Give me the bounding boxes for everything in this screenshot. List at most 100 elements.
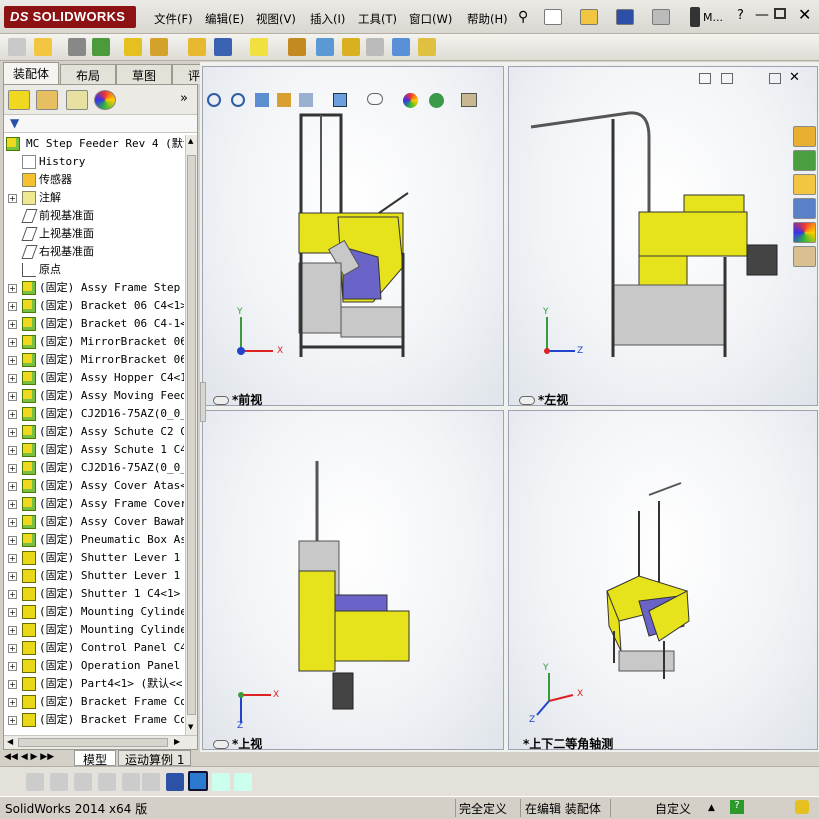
restore-icon[interactable] (774, 8, 786, 19)
tree-root[interactable]: MC Step Feeder Rev 4 (默认 (4, 135, 184, 153)
view-eye-icon[interactable] (213, 396, 229, 405)
expand-panel-icon[interactable]: » (180, 91, 188, 106)
assembly-icon[interactable] (8, 38, 26, 56)
reference-geometry-icon[interactable] (250, 38, 268, 56)
new-document-icon[interactable] (544, 9, 562, 25)
filter-bar[interactable]: ▼ (4, 115, 197, 133)
tree-item[interactable]: + (固定) Assy Moving Feed (4, 387, 184, 405)
tree-item[interactable]: + (固定) Part4<1> (默认<< (4, 675, 184, 693)
two-view-horizontal-icon[interactable] (212, 773, 230, 791)
tab-sketch[interactable]: 草图 (116, 64, 172, 84)
feature-manager-icon[interactable] (8, 90, 30, 110)
expand-toggle-icon[interactable]: + (8, 500, 17, 509)
menu-view[interactable]: 视图(V) (254, 11, 298, 27)
tree-item[interactable]: + (固定) Shutter 1 C4<1> (4, 585, 184, 603)
help-icon[interactable]: ? (737, 8, 744, 23)
minimize-icon[interactable]: — (755, 7, 769, 23)
tree-item[interactable]: + (固定) MirrorBracket 06 (4, 351, 184, 369)
menu-insert[interactable]: 插入(I) (308, 11, 347, 27)
expand-toggle-icon[interactable]: + (8, 374, 17, 383)
new-motion-study-icon[interactable] (288, 38, 306, 56)
pin-icon[interactable]: ⚲ (518, 9, 528, 25)
design-library-icon[interactable] (793, 150, 816, 171)
shaded-icon[interactable] (50, 773, 68, 791)
save-icon[interactable] (616, 9, 634, 25)
top-view-pane[interactable]: Z X *上视 (202, 410, 504, 751)
hscroll-thumb[interactable] (18, 738, 168, 747)
expand-toggle-icon[interactable]: + (8, 338, 17, 347)
tree-item[interactable]: + (固定) Assy Schute C2 C (4, 423, 184, 441)
edit-icon[interactable] (98, 773, 116, 791)
property-manager-icon[interactable] (36, 90, 58, 110)
expand-toggle-icon[interactable]: + (8, 680, 17, 689)
custom-properties-icon[interactable] (793, 246, 816, 267)
tree-item[interactable]: + (固定) Control Panel C4 (4, 639, 184, 657)
expand-toggle-icon[interactable]: + (8, 194, 17, 203)
tree-item[interactable]: + (固定) Bracket 06 C4-1< (4, 315, 184, 333)
smart-fastener-icon[interactable] (124, 38, 142, 56)
appearances-icon[interactable] (793, 222, 816, 243)
assembly-features-icon[interactable] (214, 38, 232, 56)
menu-edit[interactable]: 编辑(E) (203, 11, 246, 27)
interference-detection-icon[interactable] (392, 38, 410, 56)
bill-of-materials-icon[interactable] (316, 38, 334, 56)
tree-item[interactable]: + (固定) Assy Frame Step (4, 279, 184, 297)
expand-toggle-icon[interactable]: + (8, 644, 17, 653)
tree-item[interactable]: + (固定) Mounting Cylinde (4, 603, 184, 621)
expand-toggle-icon[interactable]: + (8, 302, 17, 311)
expand-toggle-icon[interactable]: + (8, 590, 17, 599)
tree-item[interactable]: + (固定) MirrorBracket 06 (4, 333, 184, 351)
solidworks-logo[interactable]: DS SOLIDWORKS (4, 6, 136, 28)
tree-item[interactable]: + (固定) Assy Frame Cover (4, 495, 184, 513)
show-hidden-icon[interactable] (188, 38, 206, 56)
expand-toggle-icon[interactable]: + (8, 698, 17, 707)
menu-help[interactable]: 帮助(H) (465, 11, 510, 27)
open-folder-icon[interactable] (580, 9, 598, 25)
tab-prev-icon[interactable]: ◀◀ ◀ ▶ ▶▶ (4, 752, 54, 762)
four-view-icon[interactable] (234, 773, 252, 791)
expand-toggle-icon[interactable]: + (8, 464, 17, 473)
configuration-manager-icon[interactable] (66, 90, 88, 110)
scroll-right-icon[interactable]: ▶ (174, 737, 180, 746)
menu-file[interactable]: 文件(F) (152, 11, 195, 27)
expand-toggle-icon[interactable]: + (8, 716, 17, 725)
tree-item[interactable]: + (固定) Assy Hopper C4<1 (4, 369, 184, 387)
tree-item[interactable]: + (固定) Shutter Lever 1 (4, 549, 184, 567)
tree-horizontal-scrollbar[interactable]: ◀ ▶ (4, 735, 197, 749)
tree-item[interactable]: + (固定) Operation Panel (4, 657, 184, 675)
front-view-pane[interactable]: Y X *前视 (202, 66, 504, 407)
expand-toggle-icon[interactable]: + (8, 662, 17, 671)
list-icon[interactable] (122, 773, 140, 791)
menu-window[interactable]: 窗口(W) (407, 11, 454, 27)
status-custom[interactable]: 自定义 (655, 800, 691, 817)
exploded-view-icon[interactable] (342, 38, 360, 56)
tree-item[interactable]: 上视基准面 (4, 225, 184, 243)
tree-item[interactable]: + (固定) Assy Schute 1 C4 (4, 441, 184, 459)
units-dropdown-icon[interactable]: ▲ (708, 803, 715, 813)
tree-item[interactable]: 右视基准面 (4, 243, 184, 261)
collapse-panel-handle[interactable] (200, 382, 206, 422)
single-view-icon[interactable] (188, 771, 208, 791)
expand-toggle-icon[interactable]: + (8, 536, 17, 545)
scroll-left-icon[interactable]: ◀ (7, 737, 13, 746)
tab-model[interactable]: 模型 (74, 750, 117, 767)
section-icon[interactable] (74, 773, 92, 791)
tree-item[interactable]: History (4, 153, 184, 171)
print-icon[interactable] (652, 9, 670, 25)
tree-item[interactable]: + (固定) Shutter Lever 1 (4, 567, 184, 585)
view-eye-icon[interactable] (213, 740, 229, 749)
tree-item[interactable]: + (固定) Assy Cover Bawah (4, 513, 184, 531)
view-eye-icon[interactable] (519, 396, 535, 405)
move-component-icon[interactable] (150, 38, 168, 56)
tree-item[interactable]: + (固定) Assy Cover Atas< (4, 477, 184, 495)
insert-component-icon[interactable] (34, 38, 52, 56)
expand-toggle-icon[interactable]: + (8, 284, 17, 293)
expand-toggle-icon[interactable]: + (8, 554, 17, 563)
scroll-down-icon[interactable]: ▼ (188, 723, 193, 731)
tree-item[interactable]: + (固定) Bracket Frame Co (4, 711, 184, 729)
help-status-icon[interactable]: ? (730, 800, 744, 814)
tree-item[interactable]: + 注解 (4, 189, 184, 207)
tab-assembly[interactable]: 装配体 (3, 62, 59, 84)
tab-layout[interactable]: 布局 (60, 64, 116, 84)
tree-item[interactable]: + (固定) Mounting Cylinde (4, 621, 184, 639)
